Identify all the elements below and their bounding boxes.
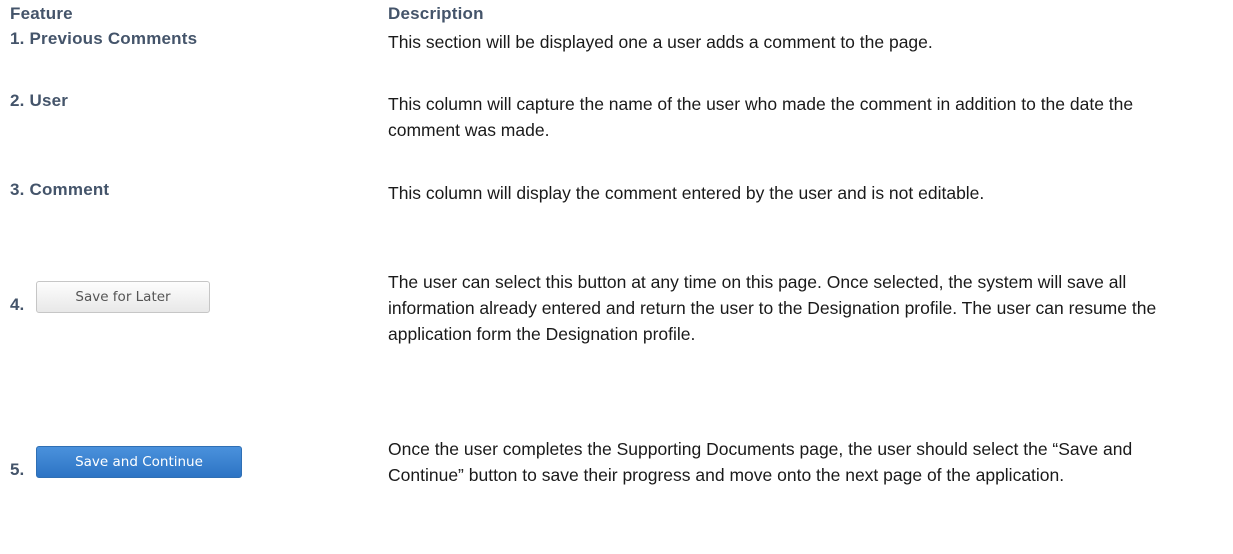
description-save-and-continue: Once the user completes the Supporting D…	[388, 439, 1133, 485]
save-for-later-button[interactable]: Save for Later	[36, 281, 210, 313]
feature-previous-comments: 1. Previous Comments	[10, 29, 198, 48]
description-comment: This column will display the comment ent…	[388, 183, 985, 203]
description-previous-comments: This section will be displayed one a use…	[388, 32, 933, 52]
description-column-header: Description	[388, 4, 484, 23]
save-and-continue-button[interactable]: Save and Continue	[36, 446, 242, 478]
feature-column-header: Feature	[10, 4, 73, 23]
description-user: This column will capture the name of the…	[388, 94, 1134, 140]
feature-number: 4.	[10, 295, 25, 314]
description-save-for-later: The user can select this button at any t…	[388, 272, 1157, 344]
feature-comment: 3. Comment	[10, 180, 110, 199]
feature-number: 5.	[10, 460, 25, 479]
feature-user: 2. User	[10, 91, 69, 110]
